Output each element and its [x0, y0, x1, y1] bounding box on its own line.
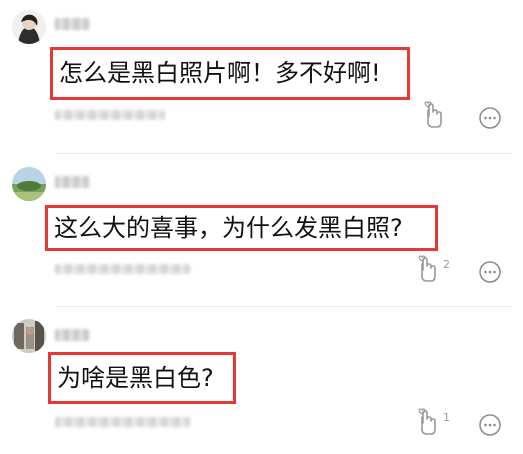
comment-bubble-icon [479, 261, 501, 283]
like-button[interactable] [420, 100, 449, 130]
comment-meta-blurred [55, 417, 190, 427]
username-blurred[interactable] [55, 176, 89, 188]
finger-heart-like-icon [414, 254, 440, 284]
comment-text-highlight: 怎么是黑白照片啊！多不好啊! [50, 47, 410, 100]
like-count: 2 [443, 257, 450, 271]
like-button[interactable]: 2 [414, 254, 450, 284]
comment-text-highlight: 这么大的喜事，为什么发黑白照? [45, 205, 438, 251]
comment-meta-blurred [55, 264, 190, 274]
finger-heart-like-icon [420, 100, 446, 130]
like-button[interactable]: 1 [414, 407, 450, 437]
avatar[interactable] [12, 10, 46, 44]
comment-text: 为啥是黑白色? [57, 364, 214, 392]
comment-item: 为啥是黑白色? 1 [0, 307, 523, 454]
comment-meta-blurred [55, 110, 165, 120]
finger-heart-like-icon [414, 407, 440, 437]
comment-item: 这么大的喜事，为什么发黑白照? 2 [0, 154, 523, 306]
comment-bubble-icon [479, 414, 501, 436]
reply-button[interactable] [478, 106, 502, 130]
reply-button[interactable] [478, 260, 502, 284]
like-count: 1 [443, 410, 450, 424]
username-blurred[interactable] [55, 329, 89, 341]
comment-item: 怎么是黑白照片啊！多不好啊! [0, 0, 523, 150]
username-blurred[interactable] [55, 18, 89, 30]
comment-text: 怎么是黑白照片啊！多不好啊! [59, 59, 381, 87]
comment-text-highlight: 为啥是黑白色? [48, 352, 236, 404]
comment-text: 这么大的喜事，为什么发黑白照? [54, 214, 403, 242]
comment-bubble-icon [479, 107, 501, 129]
avatar[interactable] [12, 319, 46, 353]
reply-button[interactable] [478, 413, 502, 437]
avatar[interactable] [12, 167, 46, 201]
